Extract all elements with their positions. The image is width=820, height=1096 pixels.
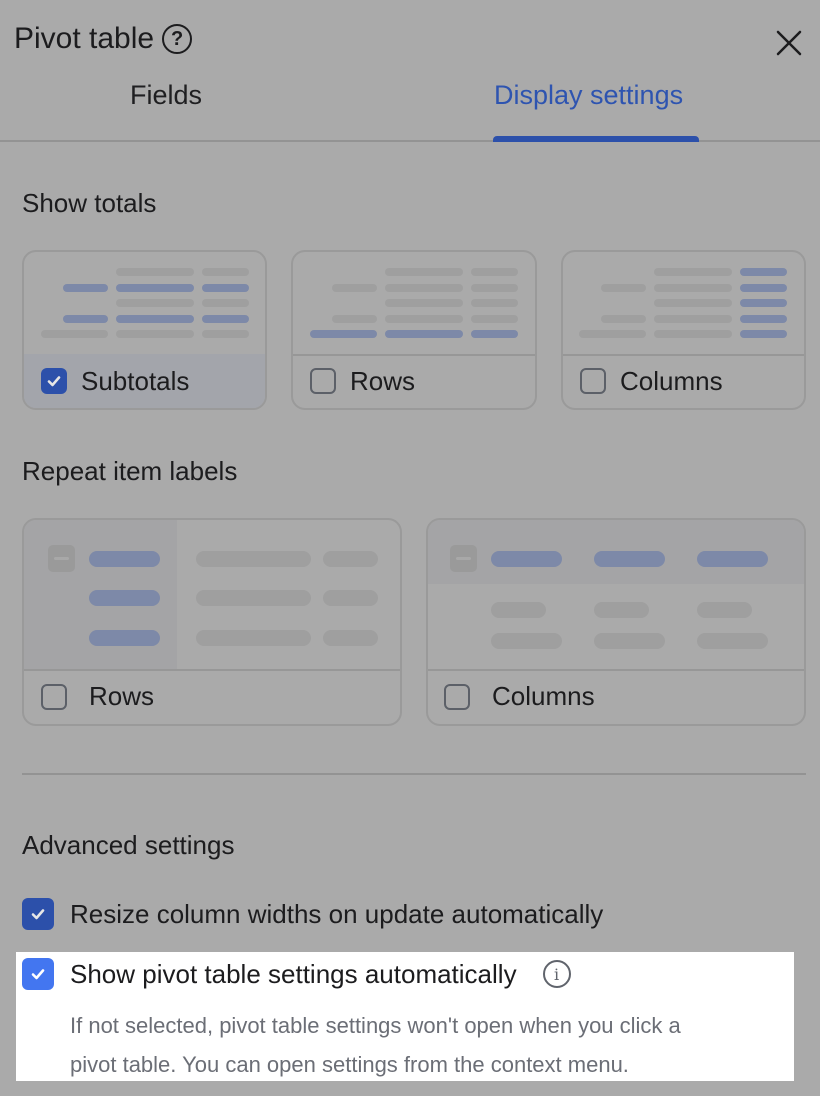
section-divider [22, 773, 806, 775]
subtotals-label: Subtotals [81, 365, 190, 396]
help-icon[interactable]: ? [162, 24, 193, 54]
active-tab-indicator [493, 136, 699, 142]
tab-display-settings[interactable]: Display settings [494, 80, 683, 111]
rows-totals-option-card[interactable]: Rows [291, 250, 537, 410]
columns-totals-option-card[interactable]: Columns [561, 250, 806, 410]
show-settings-description: If not selected, pivot table settings wo… [70, 1006, 790, 1084]
show-settings-automatically-option[interactable]: Show pivot table settings automatically … [22, 958, 571, 990]
repeat-rows-checkbox[interactable] [41, 683, 67, 710]
rows-totals-preview [293, 252, 535, 356]
repeat-columns-checkbox[interactable] [444, 683, 470, 710]
repeat-columns-preview [428, 520, 804, 671]
rows-totals-label: Rows [350, 365, 416, 396]
description-line-1: If not selected, pivot table settings wo… [70, 1013, 681, 1038]
repeat-rows-preview [24, 520, 400, 671]
columns-totals-checkbox[interactable] [580, 368, 606, 394]
columns-totals-label: Columns [620, 365, 723, 396]
show-settings-automatically-label: Show pivot table settings automatically [70, 958, 517, 989]
advanced-settings-heading: Advanced settings [22, 830, 235, 860]
resize-columns-option[interactable]: Resize column widths on update automatic… [22, 898, 603, 930]
columns-totals-preview [563, 252, 804, 356]
info-icon[interactable]: i [542, 960, 571, 988]
repeat-item-labels-heading: Repeat item labels [22, 456, 238, 486]
show-settings-automatically-checkbox[interactable] [22, 958, 54, 990]
repeat-columns-option-card[interactable]: Columns [426, 518, 806, 726]
tab-fields[interactable]: Fields [130, 80, 202, 111]
subtotals-option-card[interactable]: Subtotals [22, 250, 267, 410]
rows-totals-checkbox[interactable] [310, 368, 336, 394]
repeat-rows-label: Rows [89, 681, 155, 711]
close-icon[interactable] [772, 26, 806, 60]
subtotals-preview [24, 252, 265, 356]
resize-columns-label: Resize column widths on update automatic… [70, 898, 604, 929]
subtotals-checkbox[interactable] [41, 368, 67, 394]
panel-title: Pivot table ? [14, 22, 193, 56]
panel-title-text: Pivot table [14, 22, 155, 55]
description-line-2: pivot table. You can open settings from … [70, 1052, 629, 1077]
repeat-columns-label: Columns [492, 681, 595, 711]
resize-columns-checkbox[interactable] [22, 898, 54, 930]
show-totals-heading: Show totals [22, 188, 157, 218]
repeat-rows-option-card[interactable]: Rows [22, 518, 402, 726]
